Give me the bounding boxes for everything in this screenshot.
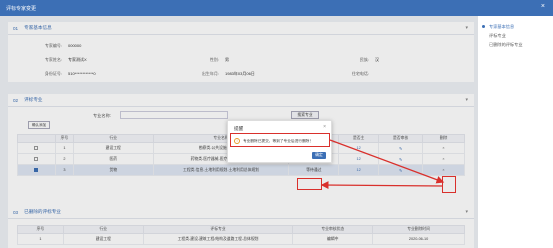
nav-item-major[interactable]: 评标专业 xyxy=(482,31,549,40)
dialog-title: 提醒 xyxy=(234,126,244,131)
annotation-box-delete xyxy=(442,176,456,193)
dialog-ok-button[interactable]: 确定 xyxy=(312,152,326,159)
window-close-icon[interactable]: × xyxy=(541,3,545,10)
nav-item-basic[interactable]: 专家基本信息 xyxy=(482,22,549,31)
nav-item-deleted[interactable]: 已删除的评标专业 xyxy=(482,40,549,49)
window-titlebar: 评标专家变更 × xyxy=(0,0,553,16)
dialog-close-icon[interactable]: × xyxy=(323,124,326,130)
nav-item-label: 专家基本信息 xyxy=(489,23,515,29)
nav-item-label: 已删除的评标专业 xyxy=(489,41,523,47)
annotation-box-message xyxy=(230,133,330,147)
annotation-box-status xyxy=(297,178,322,190)
nav-item-label: 评标专业 xyxy=(489,32,506,38)
window-title: 评标专家变更 xyxy=(6,5,37,12)
active-dot-icon xyxy=(482,25,485,28)
anchor-nav: 专家基本信息 评标专业 已删除的评标专业 xyxy=(478,16,553,248)
